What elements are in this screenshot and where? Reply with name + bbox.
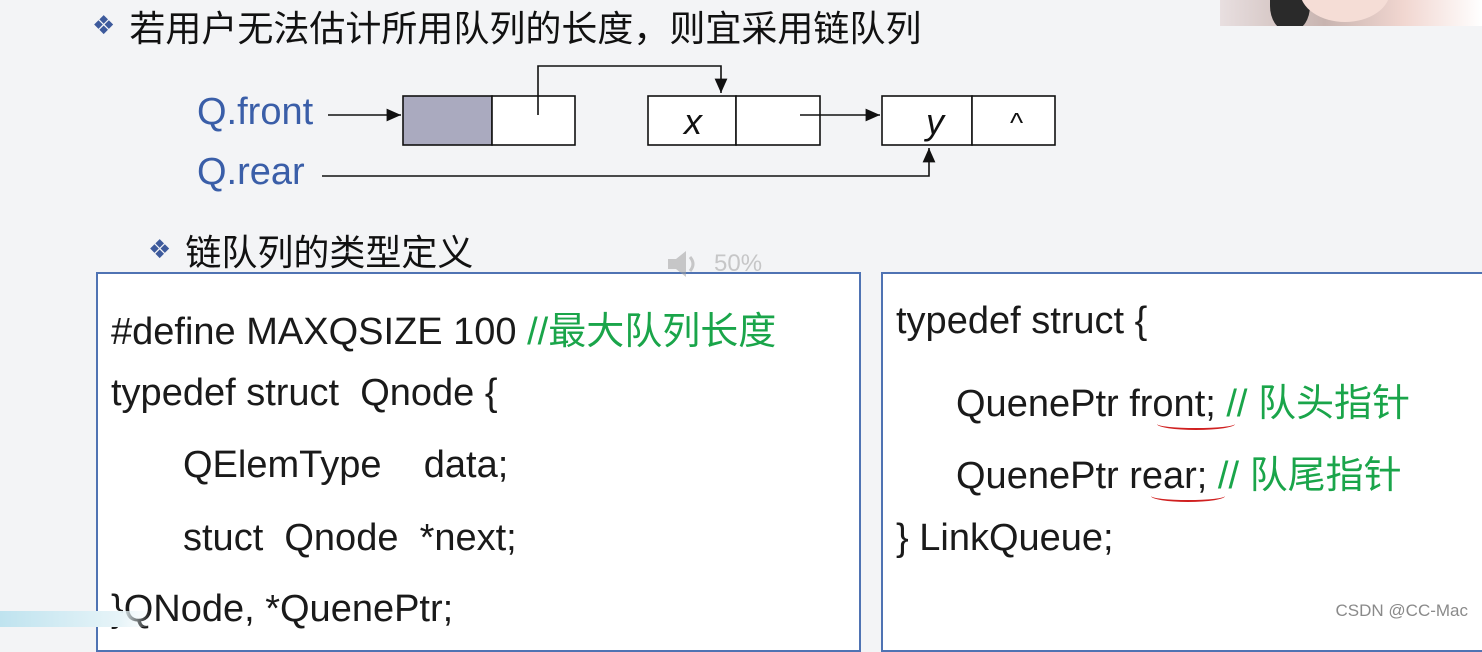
- speaker-icon: [668, 251, 695, 277]
- code-comment: // 队头指针: [1226, 383, 1411, 425]
- rear-red-annotation: [1151, 490, 1225, 502]
- head-node-data-cell: [402, 95, 493, 146]
- code-line-data-field: QElemType data;: [183, 444, 509, 486]
- code-line-define: #define MAXQSIZE 100 //最大队列长度: [111, 300, 776, 355]
- head-node-next-cell: [491, 95, 576, 146]
- qnode-definition-box: #define MAXQSIZE 100 //最大队列长度 typedef st…: [96, 272, 861, 652]
- q-front-label: Q.front: [197, 91, 314, 133]
- code-line-typedef: typedef struct Qnode {: [111, 372, 498, 414]
- code-comment: // 队尾指针: [1217, 455, 1402, 497]
- x-node-next-cell: [735, 95, 821, 146]
- front-red-annotation: [1157, 418, 1235, 430]
- heading-type-definition: ❖ 链队列的类型定义: [148, 224, 473, 276]
- volume-level: 50%: [714, 250, 763, 277]
- code-line-close: } LinkQueue;: [896, 517, 1114, 559]
- q-rear-label: Q.rear: [197, 151, 305, 193]
- x-node-value: x: [682, 101, 704, 142]
- code-text: #define MAXQSIZE 100: [111, 311, 528, 353]
- bottom-left-overlay: [0, 611, 150, 627]
- volume-indicator: 50%: [662, 244, 762, 284]
- linkqueue-definition-box: typedef struct { QuenePtr front; // 队头指针…: [881, 272, 1482, 652]
- code-line-next-field: stuct Qnode *next;: [183, 517, 517, 559]
- linked-queue-diagram: Q.front Q.rear x y ^: [197, 65, 1056, 193]
- heading-text: 链队列的类型定义: [185, 233, 474, 274]
- code-line-close: }QNode, *QuenePtr;: [111, 588, 454, 630]
- y-node-value: y: [923, 101, 946, 142]
- csdn-watermark: CSDN @CC-Mac: [1335, 601, 1468, 620]
- diamond-bullet-icon: ❖: [148, 235, 172, 265]
- null-pointer-symbol: ^: [1010, 107, 1023, 138]
- code-line-typedef: typedef struct {: [896, 300, 1148, 342]
- rear-pointer-arrow: [322, 148, 936, 177]
- code-comment: //最大队列长度: [527, 311, 777, 353]
